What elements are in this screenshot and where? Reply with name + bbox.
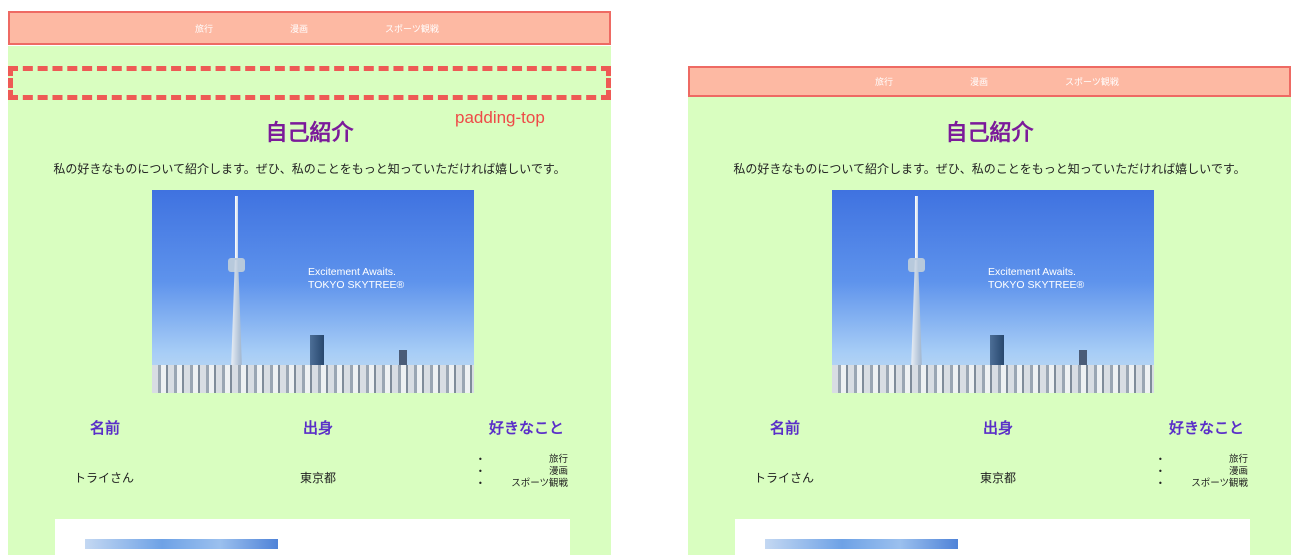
list-item: 旅行 [1158,454,1248,466]
city-skyline [832,365,1154,393]
list-item: スポーツ観戦 [478,478,568,490]
nav-item-travel[interactable]: 旅行 [195,13,213,43]
left-panel: 旅行 漫画 スポーツ観戦 padding-top 自己紹介 私の好きなものについ… [8,0,611,555]
nav-item-travel[interactable]: 旅行 [875,68,893,95]
right-panel: 旅行 漫画 スポーツ観戦 自己紹介 私の好きなものについて紹介します。ぜひ、私の… [688,0,1291,555]
tower-mast [235,196,238,266]
value-origin: 東京都 [980,471,1017,485]
content-card [55,519,570,555]
tower-body [231,260,242,370]
photo-caption-line2: TOKYO SKYTREE® [988,279,1085,291]
nav-item-sports[interactable]: スポーツ観戦 [385,13,439,43]
header-name: 名前 [770,419,801,437]
photo-caption: Excitement Awaits. TOKYO SKYTREE® [988,266,1084,292]
nav-item-manga[interactable]: 漫画 [970,68,988,95]
card-image [765,539,958,549]
photo-caption-line2: TOKYO SKYTREE® [308,279,405,291]
city-skyline [152,365,474,393]
nav-item-manga[interactable]: 漫画 [290,13,308,43]
value-name: トライさん [74,471,135,485]
list-item: 漫画 [478,466,568,478]
header-origin: 出身 [983,419,1014,437]
header-likes: 好きなこと [1169,419,1245,437]
page-title: 自己紹介 [945,121,1034,146]
photo-caption: Excitement Awaits. TOKYO SKYTREE® [308,266,404,292]
likes-list: 旅行 漫画 スポーツ観戦 [478,454,568,490]
photo-caption-line1: Excitement Awaits. [988,266,1076,278]
header-origin: 出身 [303,419,334,437]
skytree-photo: Excitement Awaits. TOKYO SKYTREE® [832,190,1154,393]
intro-text: 私の好きなものについて紹介します。ぜひ、私のことをもっと知っていただければ嬉しい… [53,162,566,176]
list-item: スポーツ観戦 [1158,478,1248,490]
nav-item-sports[interactable]: スポーツ観戦 [1065,68,1119,95]
navbar: 旅行 漫画 スポーツ観戦 [688,66,1291,97]
skytree-photo: Excitement Awaits. TOKYO SKYTREE® [152,190,474,393]
list-item: 漫画 [1158,466,1248,478]
tower-mast [915,196,918,266]
content-card [735,519,1250,555]
value-origin: 東京都 [300,471,337,485]
photo-caption-line1: Excitement Awaits. [308,266,396,278]
navbar: 旅行 漫画 スポーツ観戦 [8,11,611,45]
card-image [85,539,278,549]
padding-top-label: padding-top [455,108,545,127]
header-likes: 好きなこと [489,419,565,437]
value-name: トライさん [754,471,815,485]
likes-list: 旅行 漫画 スポーツ観戦 [1158,454,1248,490]
list-item: 旅行 [478,454,568,466]
padding-top-indicator [8,66,611,100]
header-name: 名前 [90,419,121,437]
intro-text: 私の好きなものについて紹介します。ぜひ、私のことをもっと知っていただければ嬉しい… [733,162,1246,176]
tower-body [911,260,922,370]
